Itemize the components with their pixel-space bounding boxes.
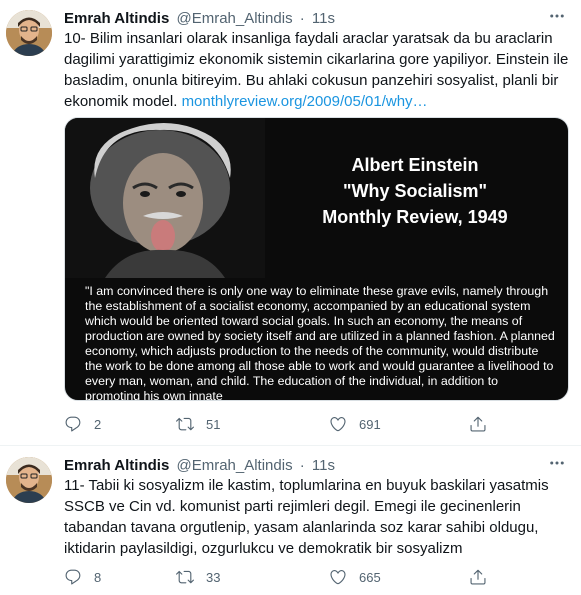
- tweet-text: 10- Bilim insanlari olarak insanliga fay…: [64, 28, 574, 112]
- media-title: Albert Einstein "Why Socialism" Monthly …: [265, 152, 565, 230]
- media-quote: "I am convinced there is only one way to…: [85, 284, 555, 401]
- retweet-button[interactable]: 51: [176, 414, 220, 434]
- author-name[interactable]: Emrah Altindis: [64, 457, 169, 474]
- tweet[interactable]: Emrah Altindis @Emrah_Altindis · 11s 11-…: [0, 447, 581, 595]
- more-icon[interactable]: [545, 453, 569, 473]
- author-handle[interactable]: @Emrah_Altindis: [176, 457, 292, 474]
- retweet-count: 33: [206, 569, 221, 585]
- reply-button[interactable]: 2: [64, 414, 101, 434]
- media-title-line: Monthly Review, 1949: [322, 207, 508, 227]
- tweet-header: Emrah Altindis @Emrah_Altindis · 11s: [64, 10, 335, 28]
- reply-count: 8: [94, 569, 102, 585]
- like-icon: [330, 570, 346, 585]
- like-icon: [330, 417, 346, 432]
- tweet-header: Emrah Altindis @Emrah_Altindis · 11s: [64, 457, 335, 475]
- like-button[interactable]: 691: [329, 414, 381, 434]
- tweet-text: 11- Tabii ki sosyalizm ile kastim, toplu…: [64, 477, 549, 557]
- separator-dot: ·: [299, 457, 305, 474]
- share-icon: [470, 416, 486, 432]
- tweet-media-image[interactable]: Albert Einstein "Why Socialism" Monthly …: [64, 117, 569, 401]
- reply-icon: [65, 569, 81, 585]
- share-button[interactable]: [469, 567, 487, 587]
- retweet-icon: [176, 417, 194, 431]
- retweet-button[interactable]: 33: [176, 567, 220, 587]
- retweet-icon: [176, 570, 194, 584]
- media-title-line: "Why Socialism": [342, 181, 488, 201]
- separator-dot: ·: [299, 10, 305, 27]
- reply-count: 2: [94, 416, 102, 432]
- retweet-count: 51: [206, 416, 221, 432]
- tweet-actions: 8 33 665: [64, 567, 504, 587]
- avatar[interactable]: [6, 10, 52, 56]
- share-button[interactable]: [469, 414, 487, 434]
- author-name[interactable]: Emrah Altindis: [64, 10, 169, 27]
- avatar[interactable]: [6, 457, 52, 503]
- avatar-image: [6, 457, 52, 503]
- reply-icon: [65, 416, 81, 432]
- like-count: 665: [359, 569, 381, 585]
- tweet-actions: 2 51 691: [64, 414, 504, 434]
- more-icon[interactable]: [545, 6, 569, 26]
- einstein-photo: [65, 118, 265, 278]
- share-icon: [470, 569, 486, 585]
- tweet-time[interactable]: 11s: [312, 10, 335, 27]
- like-button[interactable]: 665: [329, 567, 381, 587]
- timeline-feed: Emrah Altindis @Emrah_Altindis · 11s 10-…: [0, 0, 581, 595]
- media-title-line: Albert Einstein: [351, 155, 479, 175]
- avatar-image: [6, 10, 52, 56]
- author-handle[interactable]: @Emrah_Altindis: [176, 10, 292, 27]
- reply-button[interactable]: 8: [64, 567, 101, 587]
- tweet[interactable]: Emrah Altindis @Emrah_Altindis · 11s 10-…: [0, 0, 581, 446]
- tweet-time[interactable]: 11s: [312, 457, 335, 474]
- like-count: 691: [359, 416, 381, 432]
- tweet-link[interactable]: monthlyreview.org/2009/05/01/why…: [182, 93, 428, 110]
